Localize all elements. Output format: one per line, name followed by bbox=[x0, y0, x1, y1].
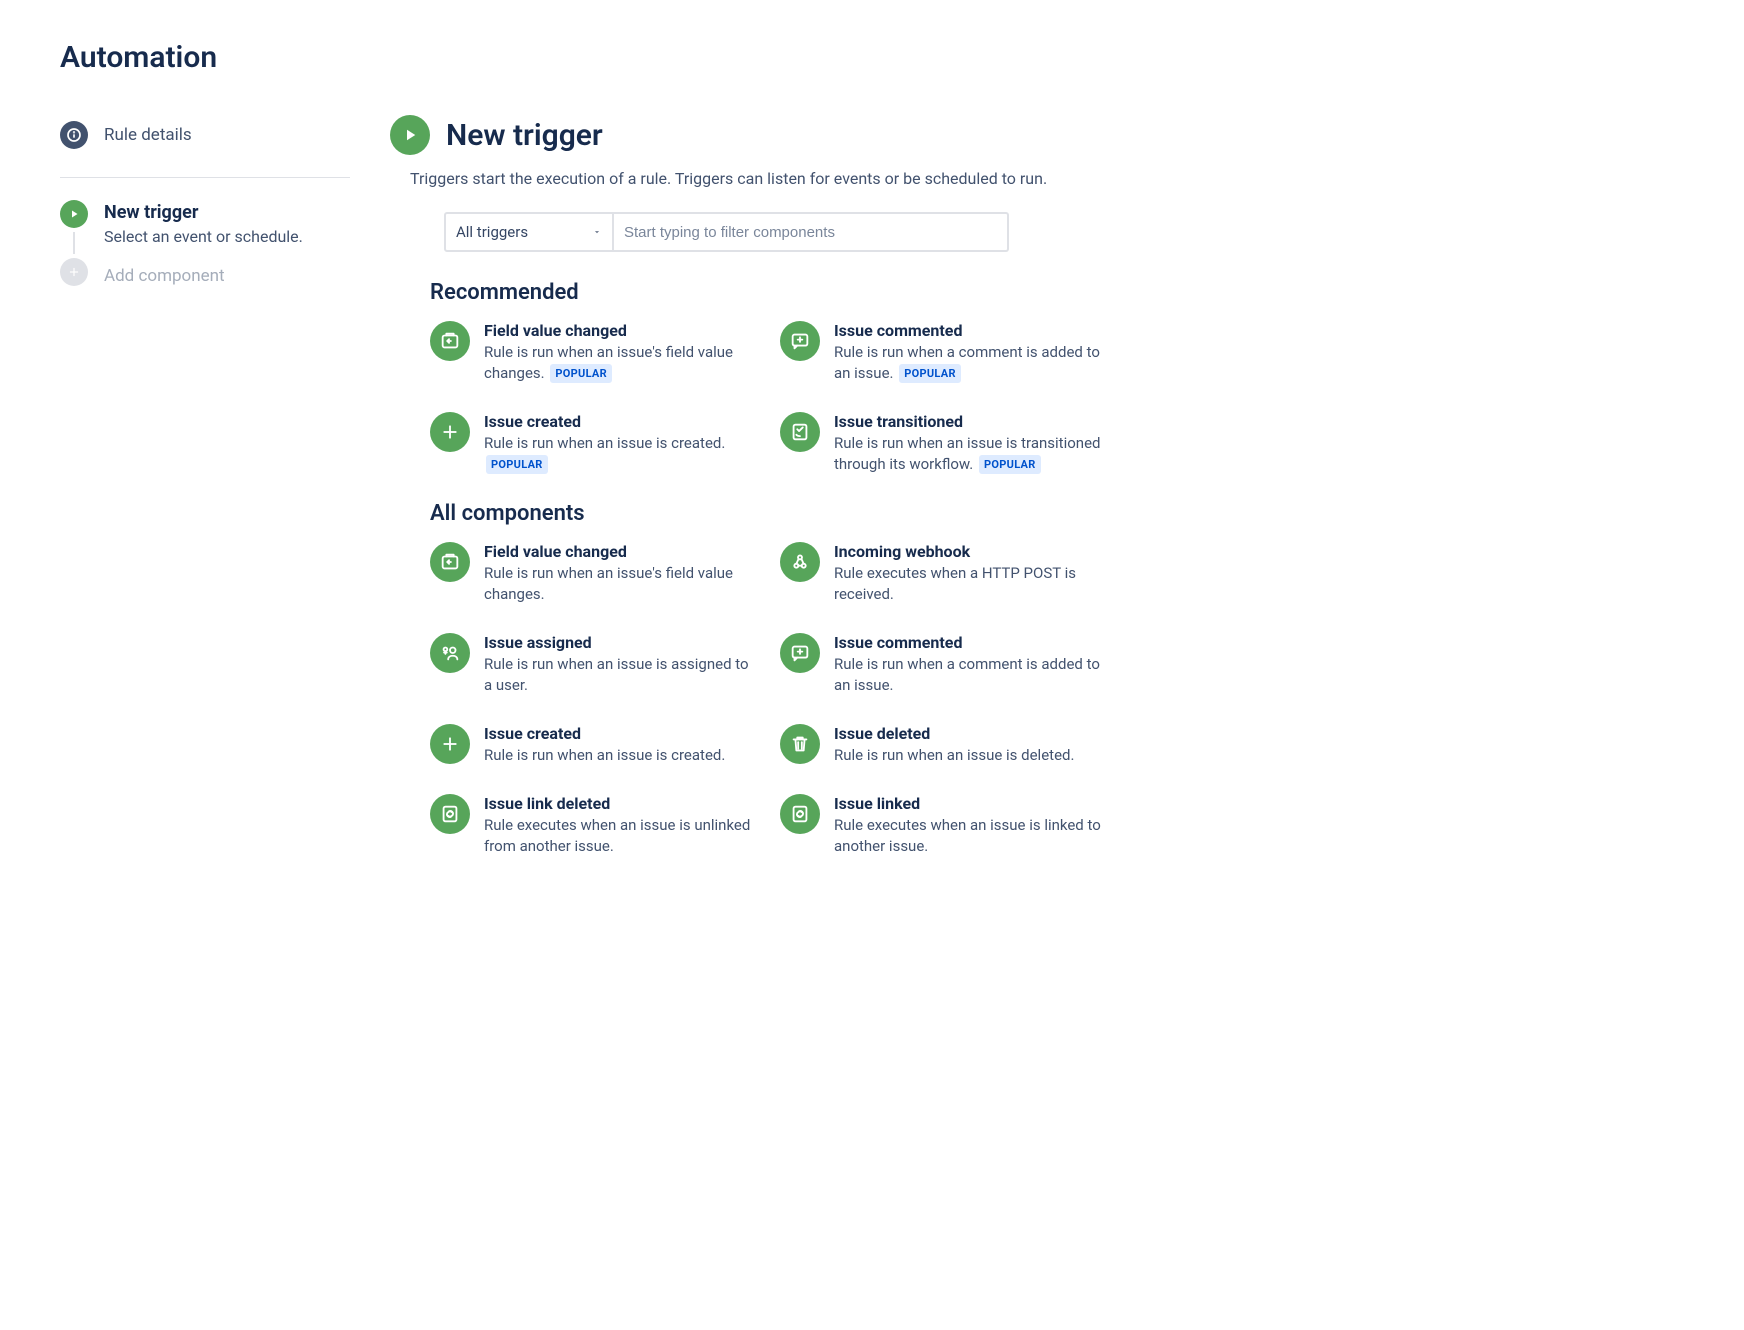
card-title: Issue commented bbox=[834, 633, 1110, 652]
trash-icon bbox=[780, 724, 820, 764]
trigger-card[interactable]: Field value changed Rule is run when an i… bbox=[430, 542, 760, 605]
trigger-card[interactable]: Field value changed Rule is run when an i… bbox=[430, 321, 760, 384]
card-description: Rule is run when an issue's field value … bbox=[484, 342, 760, 384]
card-description: Rule is run when an issue is transitione… bbox=[834, 433, 1110, 475]
plus-icon bbox=[430, 412, 470, 452]
card-description: Rule executes when a HTTP POST is receiv… bbox=[834, 563, 1110, 605]
card-description: Rule is run when an issue is created. bbox=[484, 745, 760, 766]
component-filter-input[interactable] bbox=[614, 212, 1009, 252]
page-title: Automation bbox=[60, 40, 1684, 75]
sidebar-step-new-trigger[interactable]: New trigger Select an event or schedule.… bbox=[60, 200, 350, 286]
card-title: Issue transitioned bbox=[834, 412, 1110, 431]
select-label: All triggers bbox=[456, 223, 528, 241]
card-description: Rule is run when a comment is added to a… bbox=[834, 654, 1110, 696]
swap-icon bbox=[430, 542, 470, 582]
main-content: New trigger Triggers start the execution… bbox=[390, 115, 1110, 883]
content-title: New trigger bbox=[446, 118, 603, 153]
play-icon bbox=[390, 115, 430, 155]
card-description: Rule is run when a comment is added to a… bbox=[834, 342, 1110, 384]
trigger-card[interactable]: Issue commented Rule is run when a commen… bbox=[780, 633, 1110, 696]
sidebar-add-component[interactable]: Add component bbox=[104, 266, 350, 286]
assign-icon bbox=[430, 633, 470, 673]
play-icon bbox=[60, 200, 88, 228]
trigger-card[interactable]: Issue transitioned Rule is run when an is… bbox=[780, 412, 1110, 475]
card-description: Rule is run when an issue is assigned to… bbox=[484, 654, 760, 696]
trigger-card[interactable]: Issue deleted Rule is run when an issue i… bbox=[780, 724, 1110, 766]
trigger-card[interactable]: Issue linked Rule executes when an issue … bbox=[780, 794, 1110, 857]
sidebar-item-label: Rule details bbox=[104, 125, 192, 145]
trigger-card[interactable]: Issue assigned Rule is run when an issue … bbox=[430, 633, 760, 696]
sidebar-add-label: Add component bbox=[104, 266, 225, 286]
card-title: Issue deleted bbox=[834, 724, 1110, 743]
chevron-down-icon bbox=[592, 227, 602, 237]
sidebar-divider bbox=[60, 177, 350, 178]
card-title: Incoming webhook bbox=[834, 542, 1110, 561]
all-components-section: All components Field value changed Rule i… bbox=[430, 501, 1110, 857]
trigger-card[interactable]: Incoming webhook Rule executes when a HTT… bbox=[780, 542, 1110, 605]
popular-badge: POPULAR bbox=[979, 455, 1041, 474]
comment-icon bbox=[780, 321, 820, 361]
card-title: Issue linked bbox=[834, 794, 1110, 813]
popular-badge: POPULAR bbox=[899, 364, 961, 383]
card-title: Issue link deleted bbox=[484, 794, 760, 813]
recommended-section: Recommended Field value changed Rule is r… bbox=[430, 280, 1110, 475]
card-title: Issue commented bbox=[834, 321, 1110, 340]
card-description: Rule executes when an issue is unlinked … bbox=[484, 815, 760, 857]
popular-badge: POPULAR bbox=[550, 364, 612, 383]
trigger-card[interactable]: Issue created Rule is run when an issue i… bbox=[430, 412, 760, 475]
section-title: Recommended bbox=[430, 280, 1110, 305]
sidebar-rule-details[interactable]: Rule details bbox=[60, 115, 350, 155]
card-title: Issue created bbox=[484, 724, 760, 743]
link-icon bbox=[780, 794, 820, 834]
card-title: Issue assigned bbox=[484, 633, 760, 652]
transition-icon bbox=[780, 412, 820, 452]
section-title: All components bbox=[430, 501, 1110, 526]
rule-sidebar: Rule details New trigger Select an event… bbox=[60, 115, 350, 883]
trigger-card[interactable]: Issue created Rule is run when an issue i… bbox=[430, 724, 760, 766]
trigger-card[interactable]: Issue link deleted Rule executes when an … bbox=[430, 794, 760, 857]
unlink-icon bbox=[430, 794, 470, 834]
trigger-card[interactable]: Issue commented Rule is run when a commen… bbox=[780, 321, 1110, 384]
trigger-category-select[interactable]: All triggers bbox=[444, 212, 614, 252]
card-description: Rule executes when an issue is linked to… bbox=[834, 815, 1110, 857]
sidebar-step-subtitle: Select an event or schedule. bbox=[104, 227, 350, 246]
card-title: Field value changed bbox=[484, 321, 760, 340]
plus-icon bbox=[60, 258, 88, 286]
card-description: Rule is run when an issue is created. PO… bbox=[484, 433, 760, 475]
sidebar-step-title: New trigger bbox=[104, 202, 350, 223]
popular-badge: POPULAR bbox=[486, 455, 548, 474]
comment-icon bbox=[780, 633, 820, 673]
card-description: Rule is run when an issue is deleted. bbox=[834, 745, 1110, 766]
plus-icon bbox=[430, 724, 470, 764]
card-description: Rule is run when an issue's field value … bbox=[484, 563, 760, 605]
info-icon bbox=[60, 121, 88, 149]
content-subtitle: Triggers start the execution of a rule. … bbox=[390, 169, 1110, 188]
swap-icon bbox=[430, 321, 470, 361]
card-title: Issue created bbox=[484, 412, 760, 431]
card-title: Field value changed bbox=[484, 542, 760, 561]
webhook-icon bbox=[780, 542, 820, 582]
